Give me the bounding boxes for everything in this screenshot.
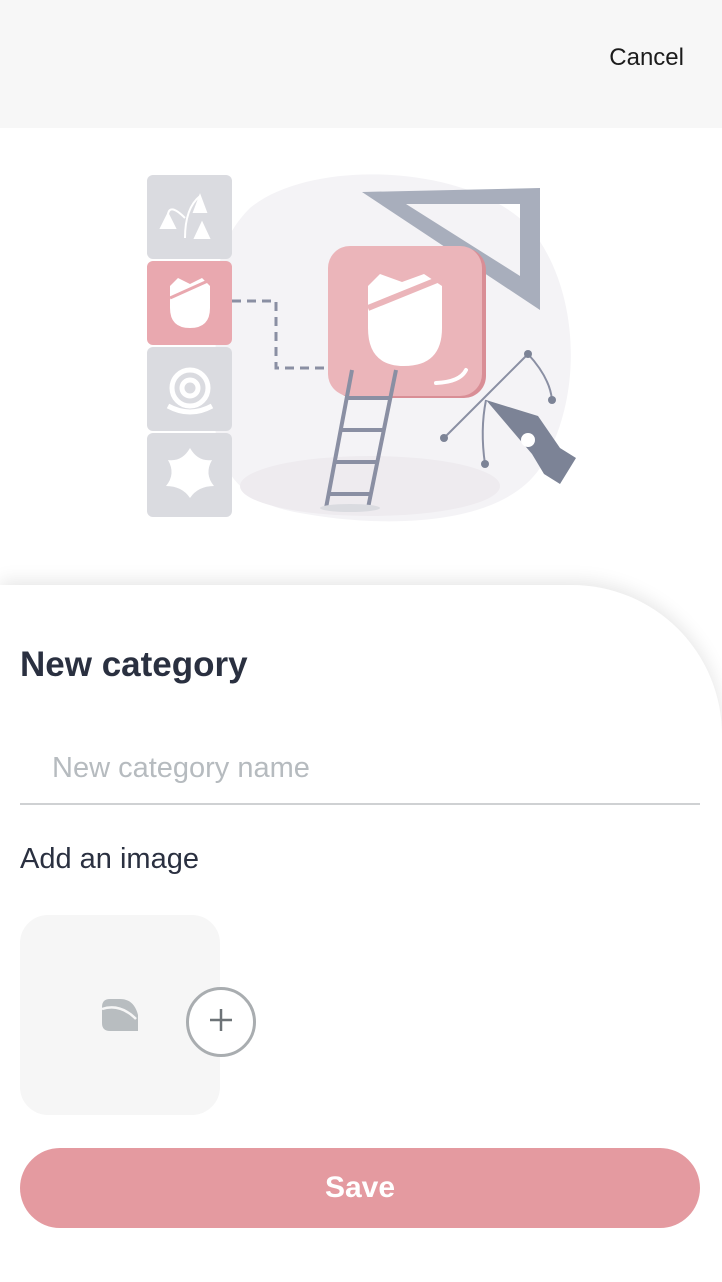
- tulip-large-icon: [368, 274, 442, 366]
- tile-rose: [147, 347, 232, 431]
- page-title: New category: [20, 645, 248, 684]
- add-image-label: Add an image: [20, 843, 199, 875]
- save-button[interactable]: Save: [20, 1148, 700, 1228]
- category-name-input[interactable]: [20, 733, 700, 805]
- image-placeholder-icon: [100, 997, 140, 1038]
- tulip-small-icon: [170, 278, 210, 328]
- tile-lily: [147, 175, 232, 259]
- add-image-button[interactable]: [186, 987, 256, 1057]
- form-sheet: New category Add an image Save: [0, 585, 722, 1282]
- plus-icon: [208, 1007, 234, 1038]
- top-bar: Cancel: [0, 0, 722, 128]
- category-illustration: [140, 168, 590, 528]
- cancel-button[interactable]: Cancel: [609, 44, 684, 72]
